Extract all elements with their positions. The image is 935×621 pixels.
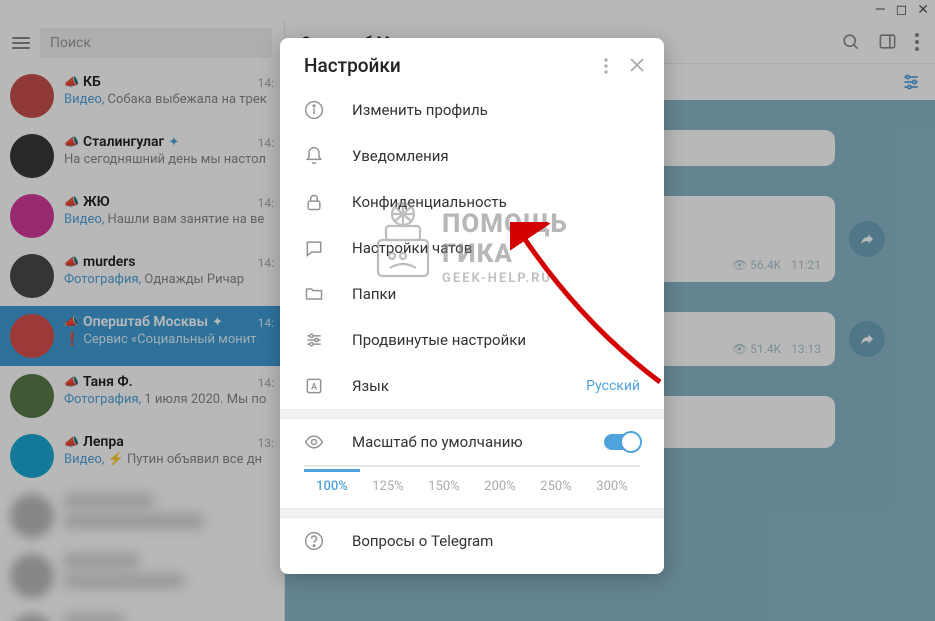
- menu-item-info[interactable]: Изменить профиль: [280, 87, 664, 133]
- zoom-toggle[interactable]: [604, 434, 640, 450]
- modal-close-icon[interactable]: [630, 58, 644, 74]
- menu-item-chat[interactable]: Настройки чатов: [280, 225, 664, 271]
- chat-icon: [304, 238, 324, 258]
- menu-label: Изменить профиль: [352, 101, 640, 119]
- menu-item-lock[interactable]: Конфиденциальность: [280, 179, 664, 225]
- menu-value: Русский: [586, 378, 640, 394]
- zoom-label: Масштаб по умолчанию: [352, 433, 576, 451]
- bell-icon: [304, 146, 324, 166]
- settings-modal: Настройки Изменить профиль Уведомления К…: [280, 38, 664, 574]
- zoom-level[interactable]: 200%: [472, 471, 528, 494]
- menu-label: Конфиденциальность: [352, 193, 640, 211]
- faq-label: Вопросы о Telegram: [352, 532, 640, 550]
- zoom-level[interactable]: 250%: [528, 471, 584, 494]
- menu-label: Настройки чатов: [352, 239, 640, 257]
- menu-label: Язык: [352, 377, 558, 395]
- menu-label: Продвинутые настройки: [352, 331, 640, 349]
- zoom-level[interactable]: 150%: [416, 471, 472, 494]
- lang-icon: A: [304, 376, 324, 396]
- menu-item-lang[interactable]: A Язык Русский: [280, 363, 664, 409]
- menu-item-faq[interactable]: Вопросы о Telegram: [280, 518, 664, 564]
- eye-icon: [304, 432, 324, 452]
- help-icon: [304, 531, 324, 551]
- divider: [280, 409, 664, 419]
- menu-label: Уведомления: [352, 147, 640, 165]
- sliders-icon: [304, 330, 324, 350]
- info-icon: [304, 100, 324, 120]
- folder-icon: [304, 284, 324, 304]
- divider: [280, 508, 664, 518]
- zoom-scale[interactable]: 100%125%150%200%250%300%: [280, 465, 664, 508]
- menu-label: Папки: [352, 285, 640, 303]
- menu-item-sliders[interactable]: Продвинутые настройки: [280, 317, 664, 363]
- zoom-level[interactable]: 125%: [360, 471, 416, 494]
- svg-text:A: A: [311, 382, 318, 392]
- menu-item-zoom[interactable]: Масштаб по умолчанию: [280, 419, 664, 465]
- zoom-level[interactable]: 100%: [304, 471, 360, 494]
- lock-icon: [304, 192, 324, 212]
- menu-item-bell[interactable]: Уведомления: [280, 133, 664, 179]
- zoom-level[interactable]: 300%: [584, 471, 640, 494]
- modal-title: Настройки: [304, 54, 604, 77]
- menu-item-folder[interactable]: Папки: [280, 271, 664, 317]
- modal-more-icon[interactable]: [604, 58, 608, 74]
